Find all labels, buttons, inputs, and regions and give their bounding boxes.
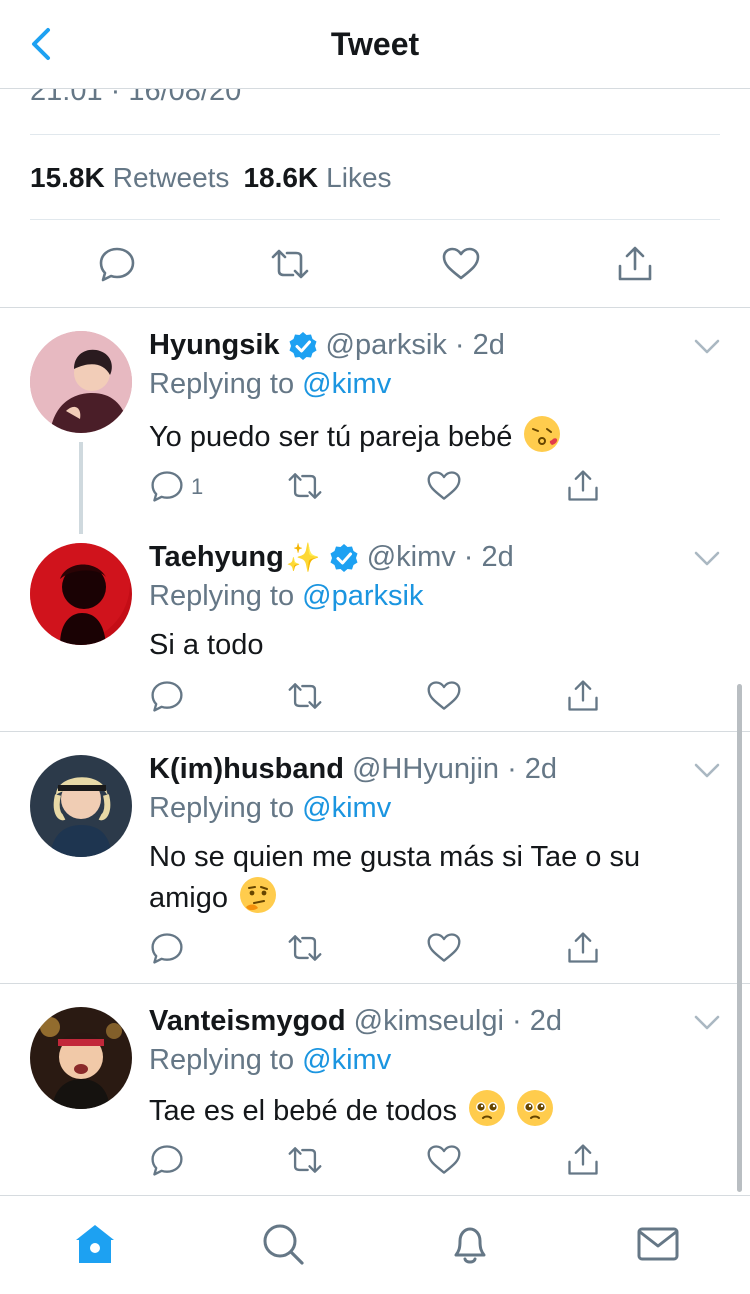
reply-action-bar xyxy=(149,1142,609,1178)
reply-count: 1 xyxy=(191,474,204,499)
notifications-icon[interactable] xyxy=(448,1222,492,1266)
replying-to: Replying to @kimv xyxy=(149,1044,391,1077)
like-heart-icon[interactable] xyxy=(426,930,462,966)
search-icon[interactable] xyxy=(261,1222,305,1266)
retweet-icon[interactable] xyxy=(287,678,323,714)
reply-tweet[interactable]: Taehyung ✨ @kimv · 2d Replying to @parks… xyxy=(0,520,750,732)
home-icon[interactable] xyxy=(73,1222,117,1266)
reply-icon[interactable] xyxy=(149,1142,185,1178)
verified-badge-icon xyxy=(330,543,358,572)
tweet-text-line: amigo xyxy=(149,877,729,918)
chevron-down-icon[interactable] xyxy=(694,763,720,779)
tweet-text-line: No se quien me gusta más si Tae o su xyxy=(149,841,641,873)
mention-link[interactable]: @kimv xyxy=(302,368,391,400)
avatar[interactable] xyxy=(30,755,132,857)
reply-icon[interactable] xyxy=(149,930,185,966)
tweet-timestamp-row: 21:01 · 16/08/20 xyxy=(30,89,720,135)
thinking-face-emoji xyxy=(240,877,277,913)
reply-tweet[interactable]: K(im)husband @HHyunjin · 2d Replying to … xyxy=(0,732,750,984)
reply-action-bar xyxy=(149,678,609,714)
kissing-face-emoji xyxy=(524,416,561,452)
share-icon[interactable] xyxy=(565,1142,601,1178)
tweet-stats: 15.8K Retweets 18.6K Likes xyxy=(30,136,720,220)
display-name[interactable]: K(im)husband xyxy=(149,753,344,786)
mention-link[interactable]: @parksik xyxy=(302,580,423,612)
sparkles-emoji: ✨ xyxy=(285,542,321,573)
avatar[interactable] xyxy=(30,331,132,433)
replying-prefix: Replying to xyxy=(149,1044,295,1076)
like-heart-icon[interactable] xyxy=(426,1142,462,1178)
reply-action-bar: 1 xyxy=(149,468,609,504)
likes-label[interactable]: Likes xyxy=(326,162,391,194)
reply-action-bar xyxy=(149,930,609,966)
tweet-text: Tae es el bebé de todos xyxy=(149,1090,709,1131)
tweet-action-bar xyxy=(0,220,750,308)
chevron-down-icon[interactable] xyxy=(694,1015,720,1031)
retweet-icon[interactable] xyxy=(287,468,323,504)
retweet-icon[interactable] xyxy=(270,244,310,284)
retweet-icon[interactable] xyxy=(287,1142,323,1178)
replying-to: Replying to @kimv xyxy=(149,368,391,401)
share-icon[interactable] xyxy=(615,244,655,284)
like-heart-icon[interactable] xyxy=(441,244,481,284)
tweet-text-content: Tae es el bebé de todos xyxy=(149,1095,457,1127)
tweet-text-content: amigo xyxy=(149,882,228,914)
pleading-face-emoji xyxy=(517,1090,554,1126)
tweet-text-content: Yo puedo ser tú pareja bebé xyxy=(149,421,513,453)
reply-header: Hyungsik @parksik · 2d xyxy=(149,329,505,362)
mention-link[interactable]: @kimv xyxy=(302,792,391,824)
tweet-text: Yo puedo ser tú pareja bebé xyxy=(149,416,709,457)
messages-icon[interactable] xyxy=(636,1222,680,1266)
display-name[interactable]: Taehyung xyxy=(149,541,284,574)
handle[interactable]: @parksik · 2d xyxy=(326,329,505,362)
tweet-text: Si a todo xyxy=(149,629,264,661)
replying-prefix: Replying to xyxy=(149,580,295,612)
share-icon[interactable] xyxy=(565,678,601,714)
tweet-text: No se quien me gusta más si Tae o su ami… xyxy=(149,838,729,918)
pleading-face-emoji xyxy=(469,1090,506,1126)
reply-header: Vanteismygod @kimseulgi · 2d xyxy=(149,1005,562,1038)
scrollbar[interactable] xyxy=(737,684,742,1192)
reply-icon[interactable] xyxy=(149,468,185,504)
page-title: Tweet xyxy=(330,26,420,62)
mention-link[interactable]: @kimv xyxy=(302,1044,391,1076)
handle[interactable]: @kimv · 2d xyxy=(367,541,514,574)
replying-to: Replying to @parksik xyxy=(149,580,423,613)
retweets-count[interactable]: 15.8K xyxy=(30,162,105,194)
like-heart-icon[interactable] xyxy=(426,468,462,504)
chevron-down-icon[interactable] xyxy=(694,339,720,355)
replying-prefix: Replying to xyxy=(149,368,295,400)
reply-icon[interactable] xyxy=(97,244,137,284)
share-icon[interactable] xyxy=(565,930,601,966)
avatar[interactable] xyxy=(30,1007,132,1109)
bottom-tab-bar xyxy=(0,1195,750,1294)
retweets-label[interactable]: Retweets xyxy=(113,162,230,194)
reply-header: K(im)husband @HHyunjin · 2d xyxy=(149,753,557,786)
top-bar: Tweet xyxy=(0,0,750,89)
chevron-down-icon[interactable] xyxy=(694,551,720,567)
replying-to: Replying to @kimv xyxy=(149,792,391,825)
replying-prefix: Replying to xyxy=(149,792,295,824)
avatar[interactable] xyxy=(30,543,132,645)
reply-tweet[interactable]: Hyungsik @parksik · 2d Replying to @kimv… xyxy=(0,308,750,534)
verified-badge-icon xyxy=(289,331,317,360)
display-name[interactable]: Vanteismygod xyxy=(149,1005,346,1038)
reply-icon[interactable] xyxy=(149,678,185,714)
retweet-icon[interactable] xyxy=(287,930,323,966)
like-heart-icon[interactable] xyxy=(426,678,462,714)
share-icon[interactable] xyxy=(565,468,601,504)
handle[interactable]: @kimseulgi · 2d xyxy=(354,1005,562,1038)
display-name[interactable]: Hyungsik xyxy=(149,329,280,362)
reply-header: Taehyung ✨ @kimv · 2d xyxy=(149,541,514,574)
tweet-timestamp: 21:01 · 16/08/20 xyxy=(30,89,242,107)
handle[interactable]: @HHyunjin · 2d xyxy=(352,753,557,786)
reply-tweet[interactable]: Vanteismygod @kimseulgi · 2d Replying to… xyxy=(0,984,750,1195)
likes-count[interactable]: 18.6K xyxy=(243,162,318,194)
